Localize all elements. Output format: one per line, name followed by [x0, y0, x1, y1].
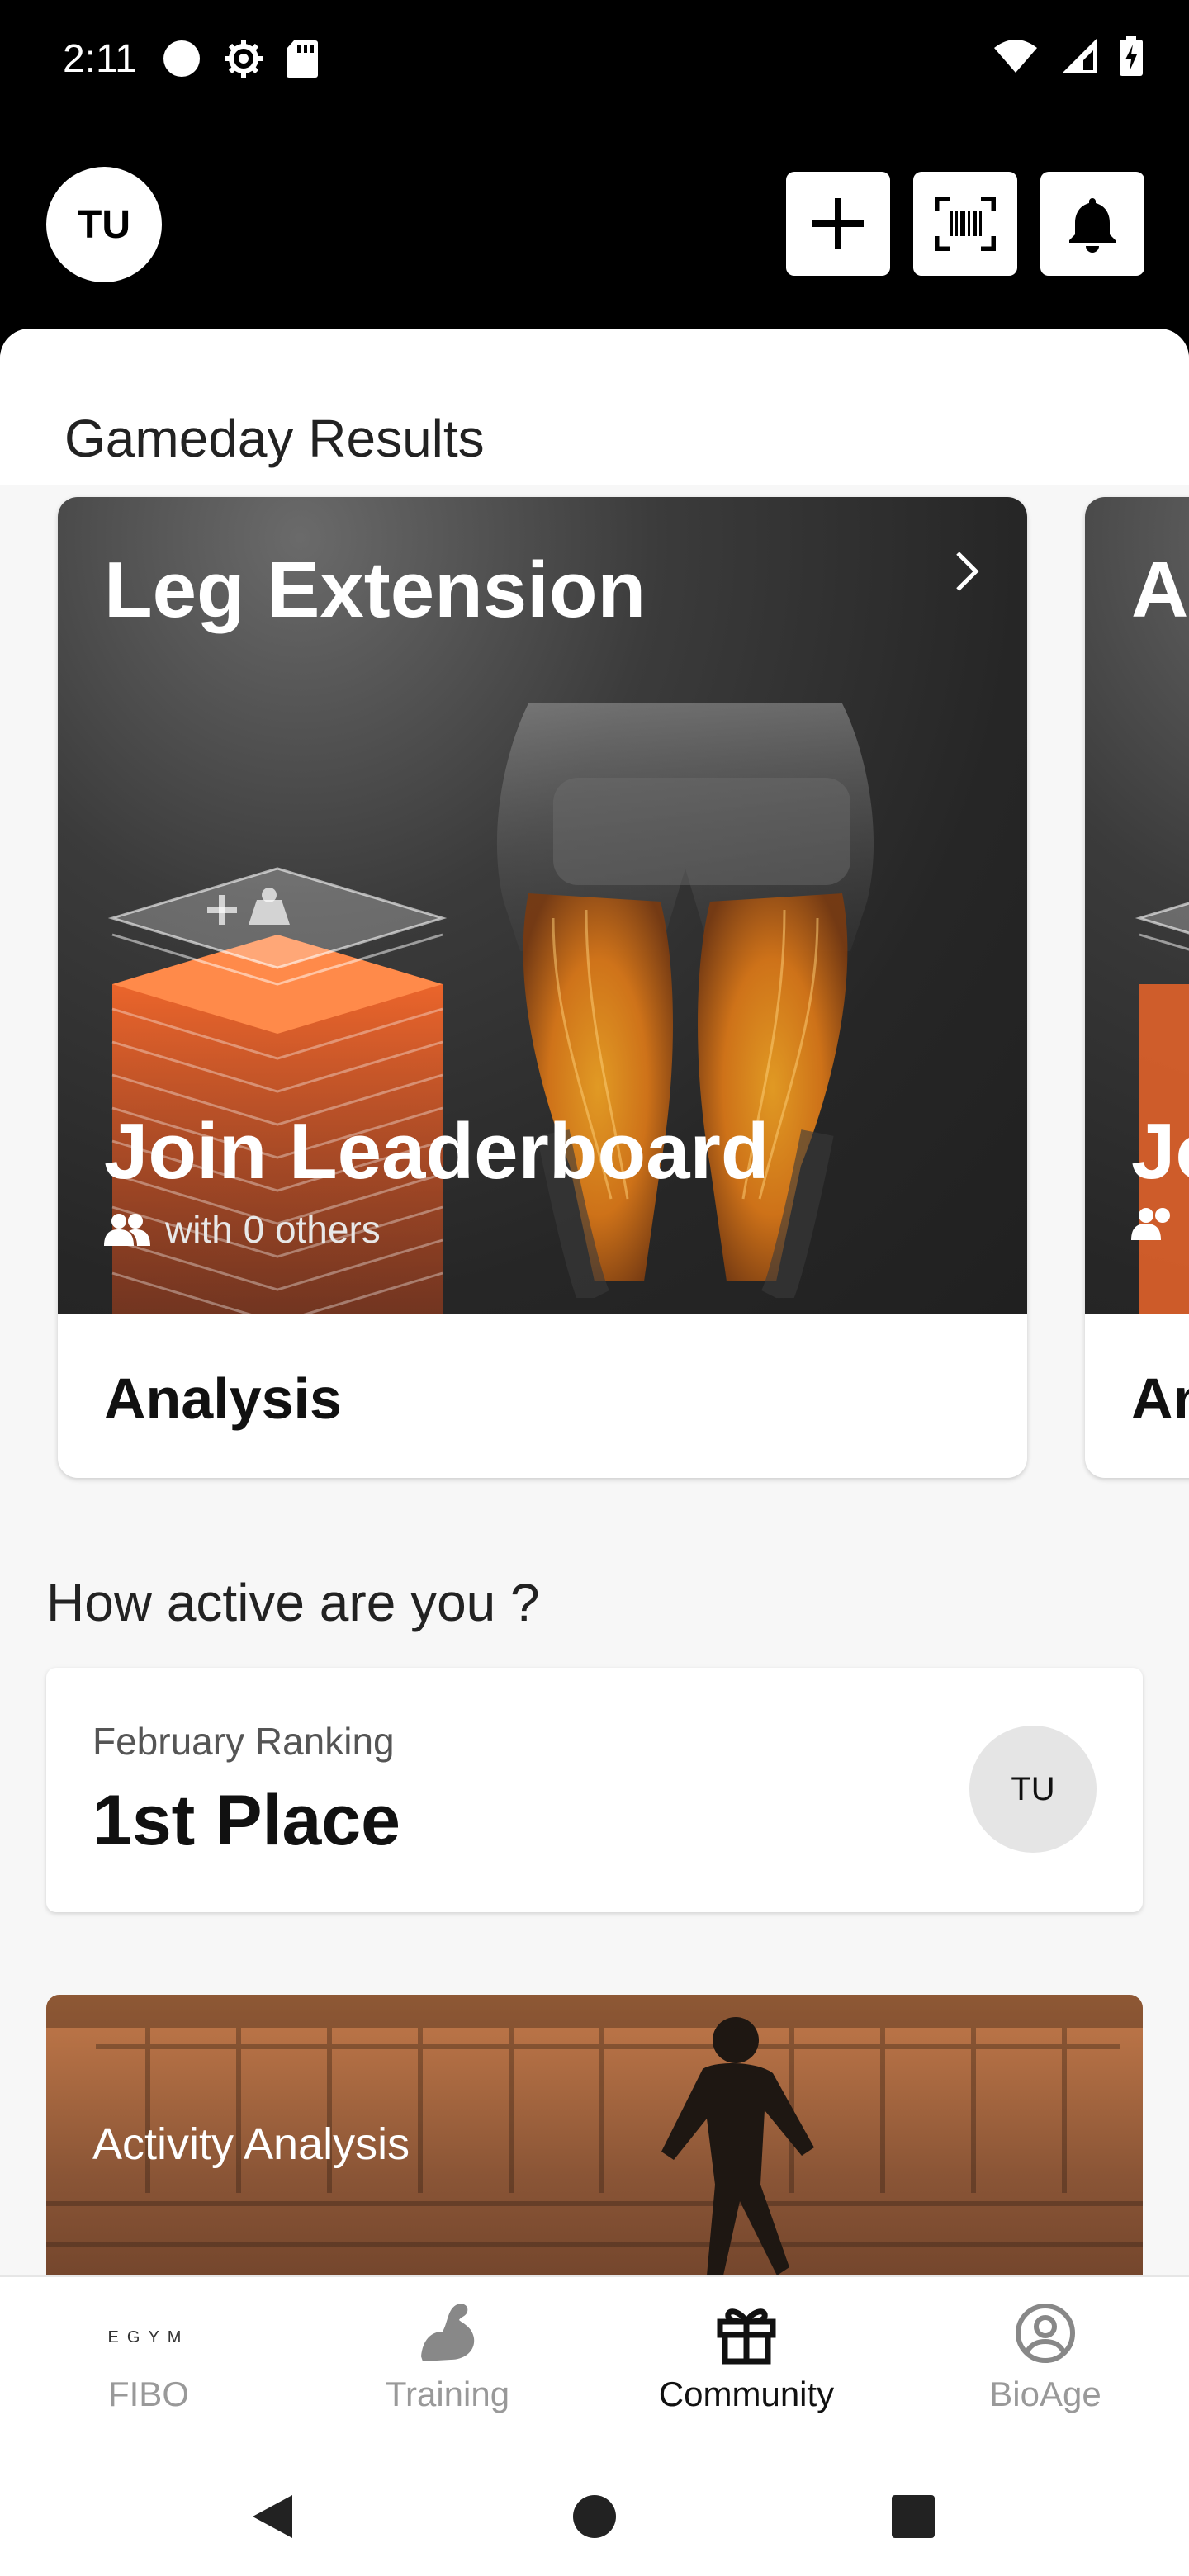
- gear-icon: [225, 40, 263, 78]
- gameday-card-next[interactable]: A Jo An: [1085, 497, 1189, 1478]
- activity-analysis-card[interactable]: Activity Analysis: [46, 1995, 1143, 2277]
- monthly-ranking-card[interactable]: February Ranking 1st Place TU: [46, 1668, 1143, 1912]
- gameday-card-leg-extension[interactable]: Leg Extension Join Leaderboard with 0 ot…: [58, 497, 1027, 1478]
- join-leaderboard-title[interactable]: Jo: [1131, 1106, 1189, 1197]
- avatar-initials: TU: [78, 202, 130, 247]
- plus-icon: [812, 198, 864, 249]
- card-analysis-label[interactable]: An: [1131, 1366, 1189, 1432]
- nav-item-fibo[interactable]: EGYM FIBO: [0, 2277, 297, 2459]
- ranking-label: February Ranking: [92, 1720, 395, 1763]
- participants-text: with 0 others: [165, 1208, 381, 1251]
- bell-icon: [1069, 198, 1116, 253]
- activity-section-title: How active are you ?: [46, 1573, 540, 1632]
- wifi-icon: [994, 40, 1037, 73]
- ranking-value: 1st Place: [92, 1781, 400, 1860]
- avatar-initials: TU: [1011, 1770, 1055, 1807]
- nav-label-training: Training: [385, 2375, 510, 2413]
- add-button[interactable]: [786, 172, 890, 276]
- notifications-button[interactable]: [1040, 172, 1144, 276]
- system-navigation-bar: [0, 2457, 1189, 2576]
- recents-icon[interactable]: [890, 2493, 936, 2540]
- card-media: A Jo: [1085, 497, 1189, 1314]
- nav-label-bioage: BioAge: [989, 2375, 1101, 2413]
- join-leaderboard-title[interactable]: Join Leaderboard: [104, 1106, 770, 1197]
- status-bar: 2:11: [0, 0, 1189, 124]
- weight-stack-graphic: [1135, 902, 1189, 1314]
- card-analysis-label[interactable]: Analysis: [104, 1366, 342, 1432]
- avatar: TU: [969, 1726, 1097, 1853]
- people-icon: [1131, 1208, 1170, 1240]
- bottom-navigation: EGYM FIBO Training Community BioAge: [0, 2275, 1189, 2457]
- people-icon: [104, 1214, 150, 1246]
- gameday-section-title: Gameday Results: [64, 409, 485, 468]
- top-app-bar: TU: [0, 124, 1189, 330]
- profile-avatar-button[interactable]: TU: [46, 167, 162, 282]
- card-media: Leg Extension Join Leaderboard with 0 ot…: [58, 497, 1027, 1314]
- cell-signal-icon: [1062, 39, 1097, 73]
- status-icons-left: [162, 38, 319, 79]
- nav-item-training[interactable]: Training: [299, 2277, 596, 2459]
- home-icon[interactable]: [571, 2493, 618, 2540]
- activity-analysis-title: Activity Analysis: [92, 2119, 410, 2169]
- gift-icon: [717, 2308, 776, 2365]
- barcode-scan-button[interactable]: [913, 172, 1017, 276]
- content-sheet: Gameday Results Leg Extension Join Leade…: [0, 329, 1189, 2277]
- account-circle-icon: [1016, 2304, 1075, 2363]
- leaderboard-participants: [1131, 1207, 1177, 1240]
- flexed-arm-icon: [421, 2304, 475, 2361]
- status-time: 2:11: [63, 37, 137, 81]
- sd-card-icon: [287, 40, 318, 78]
- leaderboard-participants: with 0 others: [104, 1207, 381, 1252]
- barcode-scanner-icon: [935, 197, 996, 251]
- back-icon[interactable]: [249, 2492, 296, 2541]
- nav-label-community: Community: [658, 2375, 835, 2413]
- battery-charging-icon: [1120, 36, 1143, 76]
- card-exercise-title: Leg Extension: [104, 546, 647, 634]
- nav-item-community[interactable]: Community: [598, 2277, 895, 2459]
- nav-item-bioage[interactable]: BioAge: [897, 2277, 1189, 2459]
- egym-logo: EGYM: [107, 2328, 190, 2346]
- nav-label-fibo: FIBO: [107, 2375, 189, 2413]
- dot-notification-icon: [163, 40, 200, 77]
- leg-muscles-illustration: [496, 703, 874, 1298]
- status-icons-right: [992, 36, 1143, 76]
- card-exercise-title: A: [1131, 546, 1189, 634]
- chevron-right-icon[interactable]: [953, 550, 981, 593]
